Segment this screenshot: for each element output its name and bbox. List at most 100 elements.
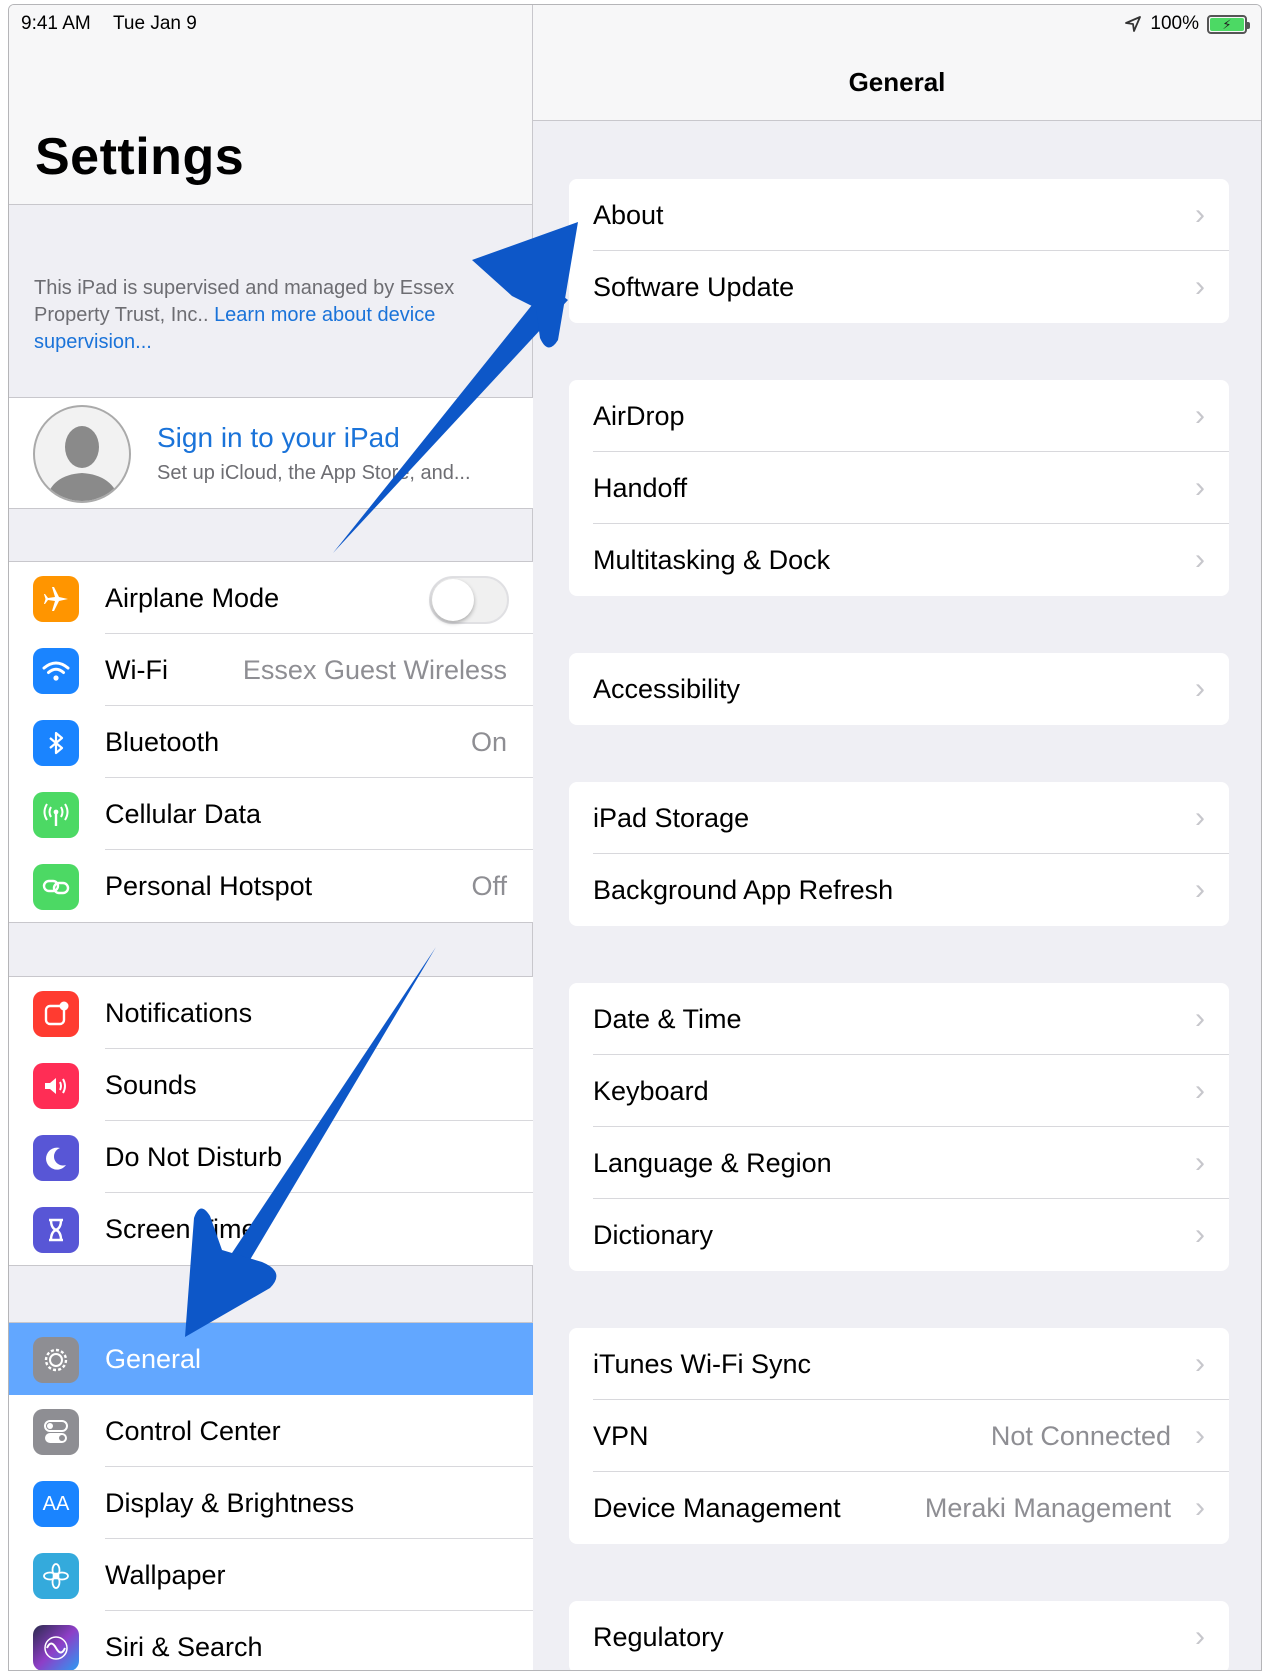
detail-row-itunes-sync[interactable]: iTunes Wi-Fi Sync › — [569, 1328, 1229, 1400]
chevron-right-icon: › — [1195, 399, 1205, 432]
detail-row-language-region[interactable]: Language & Region › — [569, 1127, 1229, 1199]
detail-group-regulatory: Regulatory › — [569, 1601, 1229, 1670]
notifications-group: Notifications Sounds Do Not Disturb Scre… — [9, 976, 533, 1266]
row-label: Multitasking & Dock — [593, 544, 831, 575]
sidebar-item-airplane-mode[interactable]: Airplane Mode — [9, 562, 533, 634]
detail-row-regulatory[interactable]: Regulatory › — [569, 1601, 1229, 1670]
status-right: 100% ⚡ — [1124, 13, 1250, 35]
sidebar-item-label: Sounds — [105, 1069, 197, 1100]
chevron-right-icon: › — [1195, 270, 1205, 303]
detail-row-multitasking[interactable]: Multitasking & Dock › — [569, 524, 1229, 596]
row-label: Accessibility — [593, 673, 741, 704]
row-label: Language & Region — [593, 1147, 832, 1178]
detail-row-handoff[interactable]: Handoff › — [569, 452, 1229, 524]
hourglass-icon — [33, 1207, 79, 1253]
settings-sidebar: Settings This iPad is supervised and man… — [9, 5, 533, 1670]
sidebar-item-notifications[interactable]: Notifications — [9, 977, 533, 1049]
chevron-right-icon: › — [1195, 1146, 1205, 1179]
detail-row-background-refresh[interactable]: Background App Refresh › — [569, 854, 1229, 926]
battery-icon: ⚡ — [1207, 14, 1250, 34]
detail-row-dictionary[interactable]: Dictionary › — [569, 1199, 1229, 1271]
row-label: AirDrop — [593, 400, 685, 431]
detail-row-ipad-storage[interactable]: iPad Storage › — [569, 782, 1229, 854]
sidebar-item-sounds[interactable]: Sounds — [9, 1049, 533, 1121]
chevron-right-icon: › — [1195, 801, 1205, 834]
status-bar: 9:41 AM Tue Jan 9 100% ⚡ — [9, 5, 1261, 41]
chevron-right-icon: › — [1195, 471, 1205, 504]
row-label: Regulatory — [593, 1621, 724, 1652]
antenna-icon — [33, 792, 79, 838]
speaker-icon — [33, 1063, 79, 1109]
sidebar-item-label: General — [105, 1343, 202, 1374]
row-label: Keyboard — [593, 1075, 709, 1106]
detail-row-software-update[interactable]: Software Update › — [569, 251, 1229, 323]
notifications-icon — [33, 991, 79, 1037]
sidebar-item-cellular-data[interactable]: Cellular Data — [9, 778, 533, 850]
bluetooth-icon — [33, 720, 79, 766]
row-label: Software Update — [593, 271, 795, 302]
airplane-mode-toggle[interactable] — [429, 576, 509, 624]
detail-row-vpn[interactable]: VPN Not Connected › — [569, 1400, 1229, 1472]
sidebar-item-do-not-disturb[interactable]: Do Not Disturb — [9, 1121, 533, 1193]
row-label: iTunes Wi-Fi Sync — [593, 1348, 812, 1379]
sidebar-item-label: Personal Hotspot — [105, 870, 313, 901]
general-detail-pane: General About › Software Update › AirDrop ›… — [533, 5, 1261, 1670]
status-time: 9:41 AM — [21, 13, 91, 34]
detail-row-accessibility[interactable]: Accessibility › — [569, 653, 1229, 725]
hotspot-icon — [33, 864, 79, 910]
sign-in-subtitle: Set up iCloud, the App Store, and... — [157, 462, 471, 484]
sidebar-item-label: Wallpaper — [105, 1559, 226, 1590]
switches-icon — [33, 1409, 79, 1455]
sidebar-item-label: Display & Brightness — [105, 1487, 355, 1518]
sidebar-item-label: Wi-Fi — [105, 654, 168, 685]
detail-row-airdrop[interactable]: AirDrop › — [569, 380, 1229, 452]
detail-row-about[interactable]: About › — [569, 179, 1229, 251]
chevron-right-icon: › — [1195, 1002, 1205, 1035]
row-label: Dictionary — [593, 1219, 714, 1250]
sidebar-item-label: Screen Time — [105, 1213, 257, 1244]
detail-group-sync: iTunes Wi-Fi Sync › VPN Not Connected › Dev… — [569, 1328, 1229, 1544]
sidebar-item-wifi[interactable]: Wi-Fi Essex Guest Wireless — [9, 634, 533, 706]
chevron-right-icon: › — [1195, 873, 1205, 906]
row-label: About — [593, 199, 664, 230]
moon-icon — [33, 1135, 79, 1181]
detail-row-date-time[interactable]: Date & Time › — [569, 983, 1229, 1055]
bluetooth-value: On — [470, 726, 507, 757]
avatar — [33, 405, 131, 503]
text-size-icon: AA — [33, 1481, 79, 1527]
battery-percent: 100% — [1150, 13, 1199, 34]
chevron-right-icon: › — [1195, 543, 1205, 576]
device-management-value: Meraki Management — [924, 1492, 1171, 1523]
wifi-network-value: Essex Guest Wireless — [242, 654, 507, 685]
detail-row-device-management[interactable]: Device Management Meraki Management › — [569, 1472, 1229, 1544]
sidebar-item-label: Cellular Data — [105, 798, 262, 829]
chevron-right-icon: › — [1195, 1074, 1205, 1107]
detail-title: General — [848, 67, 946, 97]
ipad-screen: 9:41 AM Tue Jan 9 100% ⚡ Settings This i… — [8, 4, 1262, 1671]
sidebar-item-control-center[interactable]: Control Center — [9, 1395, 533, 1467]
sidebar-item-label: Do Not Disturb — [105, 1141, 283, 1172]
connectivity-group: Airplane Mode Wi-Fi Essex Guest Wireless… — [9, 561, 533, 923]
sidebar-item-wallpaper[interactable]: Wallpaper — [9, 1539, 533, 1611]
airplane-icon — [33, 576, 79, 622]
location-icon — [1125, 16, 1142, 32]
sidebar-item-bluetooth[interactable]: Bluetooth On — [9, 706, 533, 778]
sidebar-item-siri-search[interactable]: Siri & Search — [9, 1611, 533, 1670]
sidebar-item-personal-hotspot[interactable]: Personal Hotspot Off — [9, 850, 533, 922]
siri-icon — [33, 1625, 79, 1670]
sidebar-item-screen-time[interactable]: Screen Time — [9, 1193, 533, 1265]
general-group: General Control Center AA Display & Brig… — [9, 1322, 533, 1670]
sidebar-item-general[interactable]: General — [9, 1323, 533, 1395]
supervision-notice: This iPad is supervised and managed by E… — [34, 275, 514, 356]
detail-row-keyboard[interactable]: Keyboard › — [569, 1055, 1229, 1127]
sign-in-row[interactable]: Sign in to your iPad Set up iCloud, the … — [9, 397, 533, 509]
page-title: Settings — [35, 128, 245, 186]
sidebar-item-label: Bluetooth — [105, 726, 220, 757]
chevron-right-icon: › — [1195, 1218, 1205, 1251]
hotspot-value: Off — [471, 870, 507, 901]
status-date: Tue Jan 9 — [113, 13, 197, 34]
sidebar-item-display-brightness[interactable]: AA Display & Brightness — [9, 1467, 533, 1539]
sign-in-title: Sign in to your iPad — [157, 422, 400, 453]
sidebar-item-label: Control Center — [105, 1415, 281, 1446]
row-label: Background App Refresh — [593, 874, 894, 905]
